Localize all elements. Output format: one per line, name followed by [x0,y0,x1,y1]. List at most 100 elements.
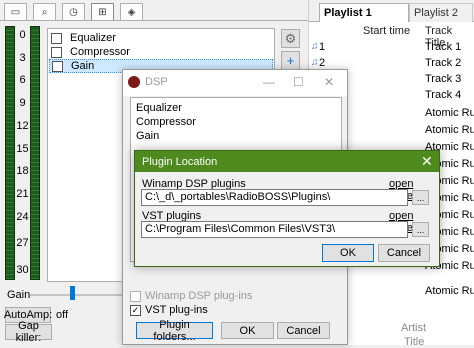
list-item[interactable]: Equalizer [136,102,182,114]
meter-segment [31,278,39,279]
meter-segment [31,94,39,95]
cancel-button[interactable]: Cancel [378,244,430,262]
level-meter-right [30,26,40,280]
pin-icon[interactable]: ◈ [120,3,143,20]
plugin-checkbox[interactable] [52,60,63,72]
scale-label: 27 [16,237,29,249]
plugin-folders-button[interactable]: Plugin folders... [136,319,213,343]
row-number: 1 [319,41,326,53]
meter-segment [31,262,39,263]
settings-gear-icon[interactable]: ⚙ [281,29,300,48]
table-row[interactable]: ♫ 1 Track 1 [309,41,474,57]
winamp-plugins-checkbox[interactable] [130,290,141,302]
dsp-dialog-titlebar[interactable]: DSP — ☐ ✕ [123,70,347,96]
gain-label: Gain [7,289,31,301]
list-item[interactable]: Compressor [49,45,273,59]
meter-segment [31,86,39,87]
scale-label: 6 [19,74,26,86]
meter-segment [31,222,39,223]
meter-segment [31,98,39,99]
meter-segment [31,58,39,59]
meter-segment [31,226,39,227]
track-title: Atomic Rust [425,124,474,136]
close-icon[interactable]: ✕ [324,75,334,89]
meter-segment [31,246,39,247]
meter-segment [31,242,39,243]
gap-killer-button[interactable]: Gap killer: [5,320,52,344]
meter-segment [31,114,39,115]
meter-segment [31,154,39,155]
meter-segment [31,54,39,55]
music-note-icon: ♫ [311,57,319,68]
scale-label: 3 [19,52,26,64]
meter-segment [31,134,39,135]
meter-segment [31,202,39,203]
meter-scale: 0 3 6 9 12 15 18 21 24 27 30 [0,0,30,290]
close-icon[interactable]: ✕ [421,153,433,170]
meter-segment [31,46,39,47]
winamp-browse-button[interactable]: ... [412,190,429,205]
meter-segment [31,186,39,187]
music-note-icon: ♫ [311,41,319,52]
column-header-start-time[interactable]: Start time [363,25,410,37]
row-number: 2 [319,57,326,69]
meter-segment [31,138,39,139]
meter-segment [31,122,39,123]
vst-plugins-option[interactable]: ✓ VST plug-ins [130,304,208,316]
list-item[interactable]: Gain [136,130,159,142]
meter-segment [31,250,39,251]
vst-plugins-label: VST plug-ins [145,304,208,316]
plugin-label: Gain [71,60,95,72]
vst-browse-button[interactable]: ... [412,222,429,237]
list-item[interactable]: Compressor [136,116,196,128]
meter-segment [31,42,39,43]
plugin-location-title: Plugin Location [142,156,218,168]
gain-slider[interactable] [30,294,125,296]
meter-segment [31,270,39,271]
search-icon[interactable]: ⌕ [33,3,56,20]
track-title: Track 4 [425,89,462,101]
toolbar-divider [0,20,308,21]
meter-segment [31,50,39,51]
plugin-checkbox[interactable] [51,32,62,44]
tab-playlist-1[interactable]: Playlist 1 [319,3,409,22]
track-title: Track 2 [425,57,462,69]
scale-label: 21 [16,188,29,200]
meter-segment [31,254,39,255]
add-plugin-button[interactable]: + [281,51,300,70]
meter-segment [31,118,39,119]
cancel-button[interactable]: Cancel [277,322,330,339]
footer-title-label: Title [404,336,425,348]
winamp-plugins-option[interactable]: Winamp DSP plug-ins [130,290,252,302]
meter-segment [31,70,39,71]
meter-segment [31,106,39,107]
meter-segment [31,218,39,219]
meter-segment [31,230,39,231]
winamp-path-field[interactable]: C:\_d\_portables\RadioBOSS\Plugins\ [141,189,408,206]
clock-icon[interactable]: ◷ [62,3,85,20]
plugin-checkbox[interactable] [51,46,62,58]
maximize-icon[interactable]: ☐ [293,75,304,89]
meter-segment [31,38,39,39]
minimize-icon[interactable]: — [263,75,275,89]
footer-artist-label: Artist [401,322,427,334]
ok-button[interactable]: OK [221,322,274,339]
ok-button[interactable]: OK [322,244,374,262]
broadcast-icon[interactable]: ⊞ [91,3,114,20]
vst-path-field[interactable]: C:\Program Files\Common Files\VST3\ [141,221,408,238]
meter-segment [31,126,39,127]
meter-segment [31,150,39,151]
meter-segment [31,66,39,67]
meter-segment [31,90,39,91]
playlist-tabs: Playlist 1 Playlist 2 [309,0,474,22]
plugin-location-titlebar[interactable]: Plugin Location ✕ [135,151,439,172]
gain-slider-thumb[interactable] [70,286,75,300]
track-title: Track 1 [425,41,462,53]
tab-playlist-2[interactable]: Playlist 2 [409,3,473,22]
meter-segment [31,194,39,195]
meter-segment [31,210,39,211]
vst-plugins-checkbox[interactable]: ✓ [130,304,141,316]
radioboss-app-icon [128,76,140,88]
meter-segment [31,82,39,83]
list-item[interactable]: Equalizer [49,31,273,45]
